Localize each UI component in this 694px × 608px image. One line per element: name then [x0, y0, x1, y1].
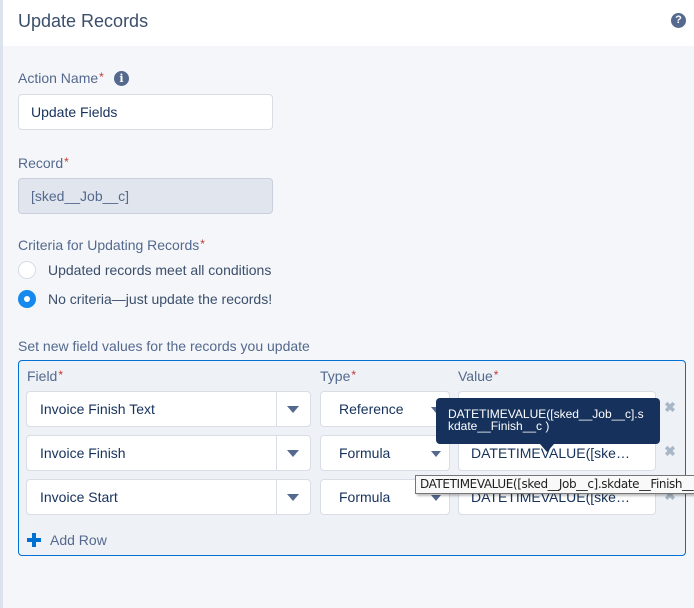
column-header-text: Value: [458, 368, 493, 384]
chevron-down-icon[interactable]: [287, 494, 299, 501]
required-marker: *: [64, 155, 69, 169]
action-name-label-text: Action Name: [18, 70, 99, 86]
action-name-label: Action Name*: [18, 70, 104, 86]
panel-header: Update Records ?: [3, 0, 694, 46]
column-header-text: Type: [320, 368, 351, 384]
record-label-text: Record: [18, 155, 64, 171]
field-values-label: Set new field values for the records you…: [18, 338, 310, 354]
field-select[interactable]: Invoice Start: [26, 479, 311, 515]
select-divider: [276, 436, 277, 470]
column-header-text: Field: [27, 368, 58, 384]
required-marker: *: [351, 368, 357, 382]
field-select[interactable]: Invoice Finish Text: [26, 391, 311, 427]
required-marker: *: [58, 368, 64, 382]
field-select-value: Invoice Start: [40, 489, 118, 505]
type-select[interactable]: Formula: [320, 435, 450, 471]
select-divider: [276, 392, 277, 426]
chevron-down-icon[interactable]: [431, 495, 441, 501]
record-label: Record*: [18, 155, 69, 171]
type-select-value: Formula: [339, 489, 391, 505]
native-tooltip: DATETIMEVALUE([sked__Job__c].skdate__Fin…: [415, 475, 694, 494]
panel-left-border: [0, 0, 3, 608]
column-header-value: Value*: [458, 368, 498, 384]
criteria-label-text: Criteria for Updating Records: [18, 237, 200, 253]
column-header-type: Type*: [320, 368, 356, 384]
type-select-value: Reference: [339, 401, 404, 417]
tooltip-line: kdate__Finish__c ): [448, 419, 550, 433]
type-select-value: Formula: [339, 445, 391, 461]
field-select-value: Invoice Finish: [40, 445, 126, 461]
info-icon[interactable]: i: [114, 71, 129, 86]
required-marker: *: [99, 70, 104, 84]
required-marker: *: [200, 237, 205, 251]
column-header-field: Field*: [27, 368, 63, 384]
required-marker: *: [493, 368, 499, 382]
field-select[interactable]: Invoice Finish: [26, 435, 311, 471]
value-tooltip: DATETIMEVALUE([sked__Job__c].s kdate__Fi…: [436, 398, 660, 452]
chevron-down-icon[interactable]: [287, 406, 299, 413]
select-divider: [276, 480, 277, 514]
action-name-input[interactable]: Update Fields: [18, 94, 273, 130]
record-input: [sked__Job__c]: [18, 178, 273, 214]
remove-row-icon[interactable]: ✖: [664, 400, 676, 414]
remove-row-icon[interactable]: ✖: [664, 444, 676, 458]
field-select-value: Invoice Finish Text: [40, 401, 155, 417]
radio-button[interactable]: [18, 261, 36, 279]
radio-label: No criteria—just update the records!: [48, 291, 273, 307]
radio-button-checked[interactable]: [18, 290, 36, 308]
radio-label: Updated records meet all conditions: [48, 262, 272, 278]
add-row-label: Add Row: [50, 532, 107, 548]
help-icon[interactable]: ?: [671, 13, 686, 28]
chevron-down-icon[interactable]: [287, 450, 299, 457]
plus-icon: [27, 533, 41, 547]
page-title: Update Records: [18, 11, 149, 31]
criteria-label: Criteria for Updating Records*: [18, 237, 205, 253]
type-select[interactable]: Reference: [320, 391, 450, 427]
chevron-down-icon[interactable]: [431, 451, 441, 457]
